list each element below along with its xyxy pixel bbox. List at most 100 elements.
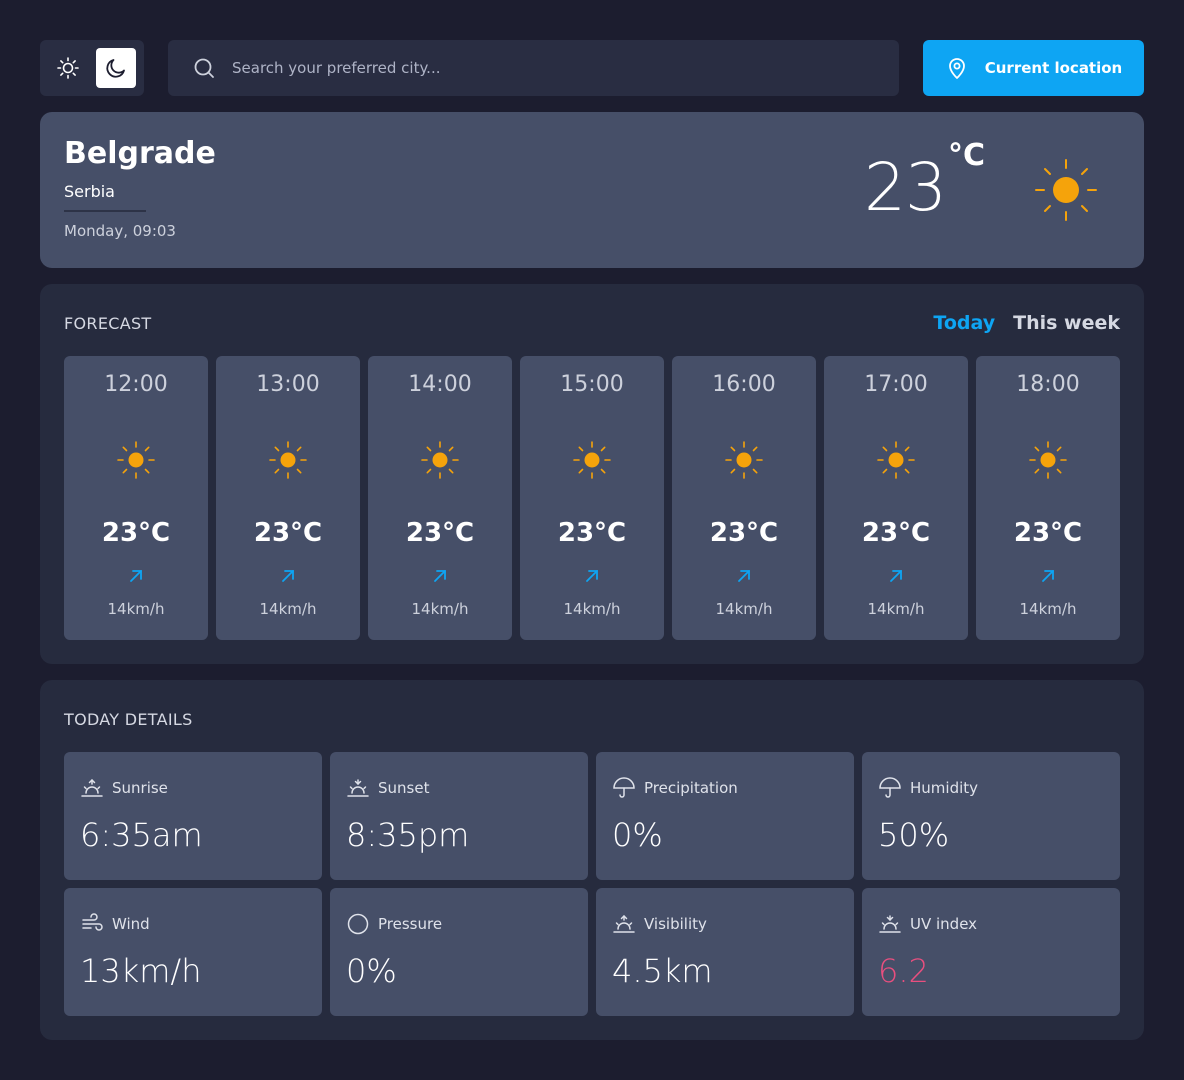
detail-value: 50%: [878, 816, 950, 854]
sun-icon: [573, 441, 611, 479]
sun-icon: [421, 441, 459, 479]
wind-direction-arrow-icon: [586, 570, 598, 582]
forecast-panel: FORECAST Today This week 12:00 23°C 14km…: [40, 284, 1144, 664]
sunset-icon: [346, 776, 370, 800]
country-name: Serbia: [64, 182, 115, 201]
hour-card: 15:00 23°C 14km/h: [520, 356, 664, 640]
wind-icon: [80, 912, 104, 936]
detail-card-humidity: Humidity 50%: [862, 752, 1120, 880]
current-location-label: Current location: [984, 59, 1123, 77]
hour-temperature: 23°C: [557, 518, 627, 548]
forecast-title: FORECAST: [64, 314, 152, 333]
wind-direction-arrow-icon: [130, 570, 142, 582]
detail-card-pressure: Pressure 0%: [330, 888, 588, 1016]
wind-direction-arrow-icon: [738, 570, 750, 582]
detail-card-sunrise: Sunrise 6:35am: [64, 752, 322, 880]
detail-card-wind: Wind 13km/h: [64, 888, 322, 1016]
detail-card-uv-index: UV index 6.2: [862, 888, 1120, 1016]
map-pin-icon: [948, 58, 965, 79]
hour-wind-speed: 14km/h: [411, 600, 469, 618]
wind-direction-arrow-icon: [890, 570, 902, 582]
detail-label: Precipitation: [644, 779, 738, 797]
hour-wind-speed: 14km/h: [107, 600, 165, 618]
sun-icon: [57, 57, 79, 79]
hour-card: 18:00 23°C 14km/h: [976, 356, 1120, 640]
umbrella-icon: [878, 776, 902, 800]
divider: [64, 210, 146, 212]
sunrise-icon: [612, 912, 636, 936]
hour-wind-speed: 14km/h: [259, 600, 317, 618]
sunrise-icon: [80, 776, 104, 800]
forecast-tabs: Today This week: [933, 312, 1120, 334]
hour-time: 14:00: [408, 372, 472, 397]
hourly-forecast-list: 12:00 23°C 14km/h 13:00 23°C 14km/h 14:0…: [64, 356, 1120, 640]
detail-label: Humidity: [910, 779, 979, 797]
detail-value: 0%: [346, 952, 397, 990]
hour-card: 17:00 23°C 14km/h: [824, 356, 968, 640]
hour-time: 16:00: [712, 372, 776, 397]
detail-label: Pressure: [378, 915, 443, 933]
detail-card-sunset: Sunset 8:35pm: [330, 752, 588, 880]
details-grid: Sunrise 6:35am Sunset 8:35pm Precipitati…: [64, 752, 1120, 1016]
detail-value: 6:35am: [80, 816, 203, 854]
sun-icon: [877, 441, 915, 479]
detail-label: Visibility: [644, 915, 707, 933]
temperature-unit: °C: [948, 138, 986, 173]
search-input[interactable]: [232, 40, 899, 96]
hour-temperature: 23°C: [861, 518, 931, 548]
sun-icon: [269, 441, 307, 479]
light-theme-button[interactable]: [48, 48, 88, 88]
detail-card-visibility: Visibility 4.5km: [596, 888, 854, 1016]
detail-label: Sunset: [378, 779, 430, 797]
sunset-icon: [878, 912, 902, 936]
moon-icon: [106, 59, 125, 78]
tab-this-week[interactable]: This week: [1013, 312, 1120, 334]
sun-icon: [1029, 441, 1067, 479]
hour-card: 12:00 23°C 14km/h: [64, 356, 208, 640]
search-icon: [192, 56, 216, 80]
hour-temperature: 23°C: [405, 518, 475, 548]
sun-icon: [725, 441, 763, 479]
detail-value: 0%: [612, 816, 663, 854]
hour-time: 12:00: [104, 372, 168, 397]
detail-label: Sunrise: [112, 779, 168, 797]
sun-icon: [1035, 159, 1097, 221]
hour-wind-speed: 14km/h: [715, 600, 773, 618]
detail-value: 13km/h: [80, 952, 202, 990]
hour-temperature: 23°C: [101, 518, 171, 548]
hour-wind-speed: 14km/h: [1019, 600, 1077, 618]
today-details-panel: TODAY DETAILS Sunrise 6:35am Sunset 8:35…: [40, 680, 1144, 1040]
detail-label: Wind: [112, 915, 150, 933]
hour-time: 17:00: [864, 372, 928, 397]
top-bar: Current location: [40, 40, 1144, 96]
current-weather-card: Belgrade Serbia Monday, 09:03 23 °C: [40, 112, 1144, 268]
current-datetime: Monday, 09:03: [64, 222, 176, 240]
hour-wind-speed: 14km/h: [563, 600, 621, 618]
dark-theme-button[interactable]: [96, 48, 136, 88]
hour-temperature: 23°C: [1013, 518, 1083, 548]
sun-icon: [117, 441, 155, 479]
detail-label: UV index: [910, 915, 978, 933]
current-location-button[interactable]: Current location: [923, 40, 1144, 96]
wind-direction-arrow-icon: [434, 570, 446, 582]
city-name: Belgrade: [64, 136, 216, 171]
tab-today[interactable]: Today: [933, 312, 995, 334]
current-temperature: 23: [864, 149, 947, 226]
uv-index-value: 6.2: [878, 952, 929, 990]
theme-toggle: [40, 40, 144, 96]
hour-time: 18:00: [1016, 372, 1080, 397]
details-title: TODAY DETAILS: [64, 710, 193, 729]
detail-value: 4.5km: [612, 952, 713, 990]
detail-card-precipitation: Precipitation 0%: [596, 752, 854, 880]
search-bar: [168, 40, 899, 96]
hour-wind-speed: 14km/h: [867, 600, 925, 618]
wind-direction-arrow-icon: [282, 570, 294, 582]
hour-time: 15:00: [560, 372, 624, 397]
wind-direction-arrow-icon: [1042, 570, 1054, 582]
circle-icon: [346, 912, 370, 936]
hour-time: 13:00: [256, 372, 320, 397]
umbrella-icon: [612, 776, 636, 800]
hour-card: 13:00 23°C 14km/h: [216, 356, 360, 640]
hour-card: 14:00 23°C 14km/h: [368, 356, 512, 640]
detail-value: 8:35pm: [346, 816, 470, 854]
